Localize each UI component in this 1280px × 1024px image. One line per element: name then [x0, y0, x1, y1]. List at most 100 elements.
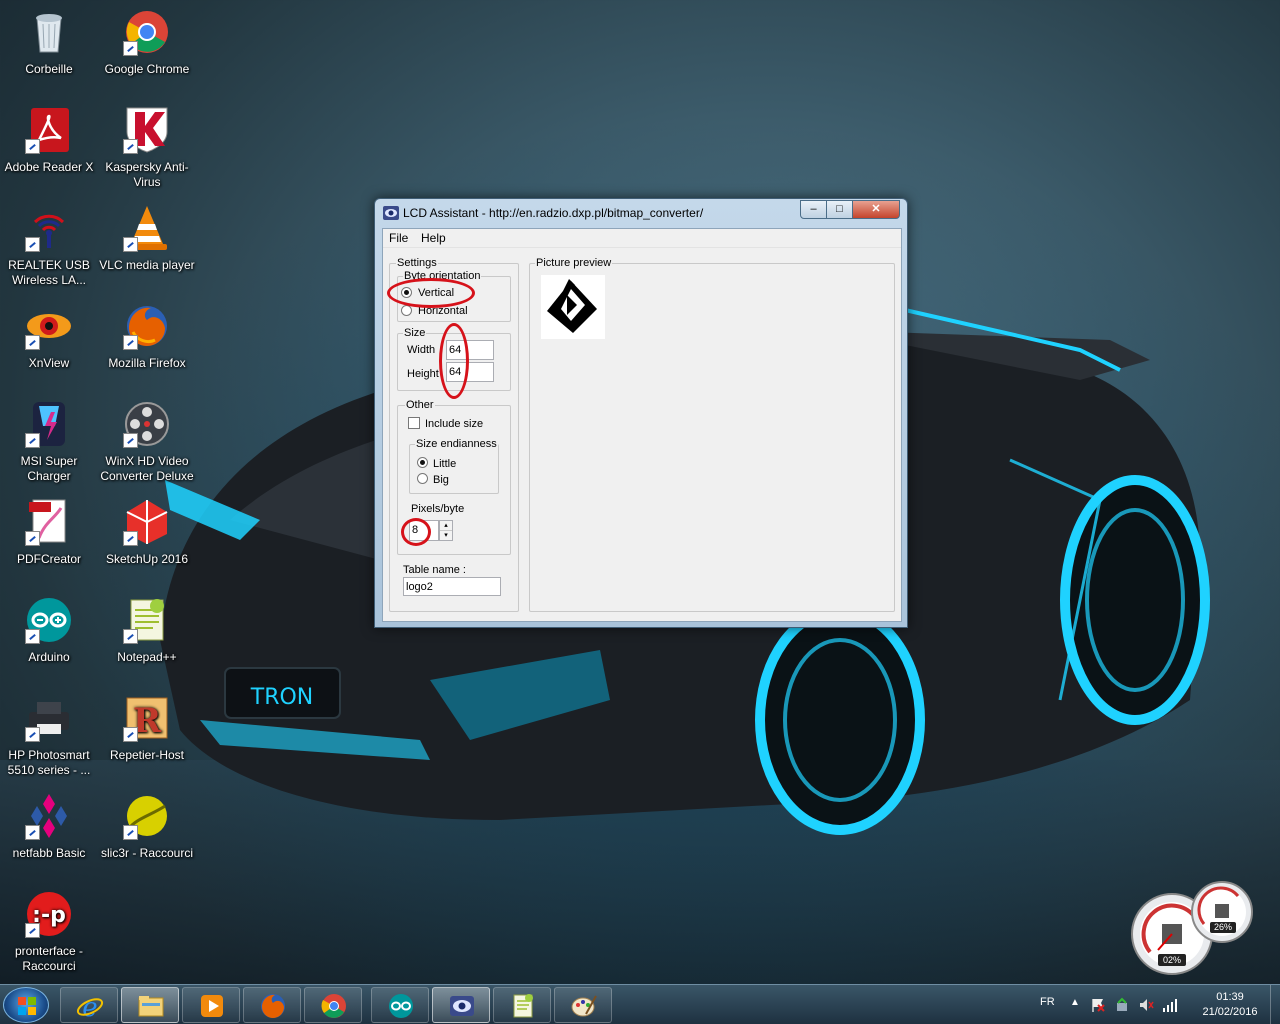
notepadpp-icon — [513, 994, 533, 1018]
pixels-per-byte-spinner[interactable]: ▴ ▾ — [439, 520, 453, 541]
wallpaper-rear-wheel — [755, 605, 925, 835]
big-endian-radio[interactable] — [417, 473, 428, 484]
printer-icon — [25, 694, 73, 742]
desktop-icon-sketchup[interactable]: SketchUp 2016 — [98, 498, 196, 567]
include-size-label[interactable]: Include size — [425, 418, 483, 430]
clock[interactable]: 01:39 21/02/2016 — [1195, 990, 1265, 1020]
menu-help[interactable]: Help — [421, 231, 446, 245]
taskbar-firefox[interactable] — [243, 987, 301, 1023]
windows-logo-icon — [18, 997, 36, 1015]
taskbar-paint[interactable] — [554, 987, 612, 1023]
clock-date: 21/02/2016 — [1202, 1006, 1258, 1018]
desktop-icon-netfabb[interactable]: netfabb Basic — [0, 792, 98, 861]
desktop-icon-label: Mozilla Firefox — [108, 356, 186, 370]
desktop-icon-label: slic3r - Raccourci — [100, 846, 193, 860]
desktop-icon-pronterface[interactable]: :-p pronterface - Raccourci — [0, 890, 98, 974]
wallpaper-front-wheel — [1060, 475, 1210, 725]
desktop-icon-kaspersky[interactable]: Kaspersky Anti-Virus — [98, 106, 196, 190]
kaspersky-icon — [123, 106, 171, 154]
width-label: Width — [407, 344, 436, 356]
desktop-icon-label: Corbeille — [25, 62, 73, 76]
network-signal-icon[interactable] — [1162, 997, 1178, 1013]
recycle-bin-icon — [25, 8, 73, 56]
desktop-icon-label: netfabb Basic — [12, 846, 86, 860]
taskbar-chrome[interactable] — [304, 987, 362, 1023]
table-name-input[interactable]: logo2 — [403, 577, 501, 596]
desktop-icon-chrome[interactable]: Google Chrome — [98, 8, 196, 77]
adobe-reader-icon — [25, 106, 73, 154]
start-button[interactable] — [3, 987, 49, 1023]
taskbar-explorer[interactable] — [121, 987, 179, 1023]
window-titlebar[interactable]: LCD Assistant - http://en.radzio.dxp.pl/… — [375, 199, 907, 227]
little-endian-label[interactable]: Little — [433, 458, 456, 470]
desktop-icon-firefox[interactable]: Mozilla Firefox — [98, 302, 196, 371]
taskbar-ie[interactable]: e — [60, 987, 118, 1023]
little-endian-radio[interactable] — [417, 457, 428, 468]
desktop-icon-slic3r[interactable]: slic3r - Raccourci — [98, 792, 196, 861]
desktop-icon-label: HP Photosmart 5510 series - ... — [7, 748, 91, 777]
desktop-icon-recycle-bin[interactable]: Corbeille — [0, 8, 98, 77]
svg-text:e: e — [82, 993, 97, 1020]
lcd-assistant-window[interactable]: LCD Assistant - http://en.radzio.dxp.pl/… — [374, 198, 908, 628]
desktop-icon-vlc[interactable]: VLC media player — [98, 204, 196, 273]
menu-file[interactable]: File — [389, 231, 408, 245]
firefox-icon — [261, 994, 285, 1018]
taskbar-media-player[interactable] — [182, 987, 240, 1023]
volume-muted-icon[interactable] — [1138, 997, 1154, 1013]
ie-icon: e — [76, 993, 104, 1020]
taskbar: e FR ▲ 01:39 21/02/2016 — [0, 984, 1280, 1024]
chrome-icon — [321, 994, 346, 1018]
show-hidden-icons-icon[interactable]: ▲ — [1070, 997, 1080, 1008]
clock-time: 01:39 — [1216, 991, 1244, 1003]
table-name-label: Table name : — [403, 564, 466, 576]
spin-down-icon[interactable]: ▾ — [440, 531, 452, 540]
desktop-icon-pdfcreator[interactable]: PDFCreator — [0, 498, 98, 567]
desktop-icon-hp-printer[interactable]: HP Photosmart 5510 series - ... — [0, 694, 98, 778]
flag-alert-icon[interactable] — [1090, 997, 1106, 1013]
lcd-assistant-icon — [450, 996, 474, 1016]
maximize-button[interactable]: □ — [826, 200, 853, 219]
desktop-icon-label: Arduino — [28, 650, 70, 664]
show-desktop-button[interactable] — [1270, 985, 1280, 1024]
spin-up-icon[interactable]: ▴ — [440, 521, 452, 531]
desktop-icon-label: SketchUp 2016 — [105, 552, 189, 566]
repetier-icon: R — [123, 694, 171, 742]
netfabb-icon — [25, 792, 73, 840]
taskbar-notepadpp[interactable] — [493, 987, 551, 1023]
annotation-oval-pixels-byte — [401, 518, 431, 546]
desktop-icon-adobe-reader[interactable]: Adobe Reader X — [0, 106, 98, 175]
desktop-icon-label: pronterface - Raccourci — [14, 944, 84, 973]
ram-meter-gadget[interactable]: 26% — [1190, 880, 1254, 944]
desktop-icon-xnview[interactable]: XnView — [0, 302, 98, 371]
horizontal-radio[interactable] — [401, 305, 412, 316]
close-button[interactable]: ✕ — [852, 200, 900, 219]
desktop-icon-label: REALTEK USB Wireless LA... — [8, 258, 90, 287]
big-endian-label[interactable]: Big — [433, 474, 449, 486]
menu-bar: File Help — [383, 229, 901, 248]
desktop-icon-repetier[interactable]: R Repetier-Host — [98, 694, 196, 763]
desktop-icon-msi-charger[interactable]: MSI Super Charger — [0, 400, 98, 484]
msi-icon — [25, 400, 73, 448]
desktop-icon-notepadpp[interactable]: Notepad++ — [98, 596, 196, 665]
taskbar-lcd-assistant[interactable] — [432, 987, 490, 1023]
pdfcreator-icon — [25, 498, 73, 546]
desktop-icon-label: PDFCreator — [16, 552, 81, 566]
size-legend: Size — [403, 327, 427, 339]
safely-remove-icon[interactable] — [1114, 997, 1130, 1013]
minimize-button[interactable]: – — [800, 200, 827, 219]
desktop-icon-winx[interactable]: WinX HD Video Converter Deluxe — [98, 400, 196, 484]
lcd-assistant-app-icon — [383, 205, 399, 221]
settings-legend: Settings — [396, 257, 438, 269]
size-endianness-legend: Size endianness — [415, 438, 498, 450]
language-indicator[interactable]: FR — [1040, 996, 1055, 1008]
desktop-icon-label: VLC media player — [99, 258, 195, 272]
annotation-oval-vertical — [387, 278, 475, 308]
picture-preview-legend: Picture preview — [535, 257, 613, 269]
desktop-icon-label: WinX HD Video Converter Deluxe — [100, 454, 194, 483]
desktop-icon-arduino[interactable]: Arduino — [0, 596, 98, 665]
taskbar-arduino[interactable] — [371, 987, 429, 1023]
desktop-icon-label: Adobe Reader X — [4, 160, 94, 174]
desktop-icon-label: Google Chrome — [104, 62, 190, 76]
desktop-icon-realtek-wireless[interactable]: REALTEK USB Wireless LA... — [0, 204, 98, 288]
include-size-checkbox[interactable] — [408, 417, 420, 429]
